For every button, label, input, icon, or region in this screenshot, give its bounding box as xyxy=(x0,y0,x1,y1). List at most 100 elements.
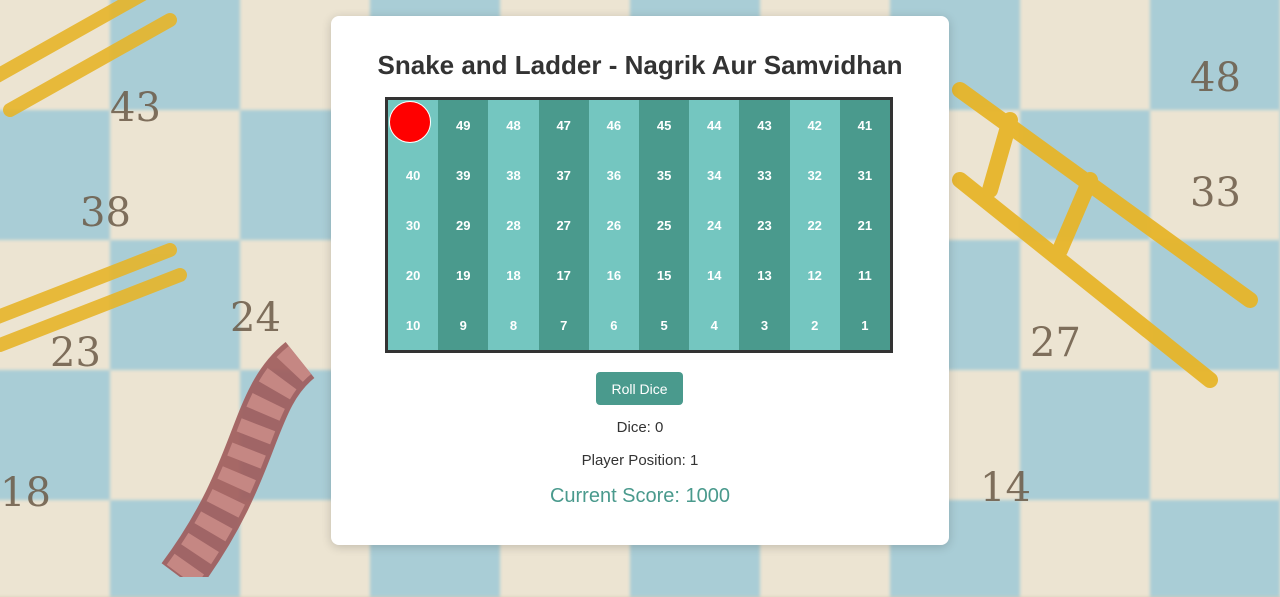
board-cell: 1 xyxy=(839,300,890,350)
background-number: 23 xyxy=(50,330,101,376)
board-cell-number: 45 xyxy=(656,117,672,133)
board-cell-number: 11 xyxy=(858,267,872,283)
board-cell: 26 xyxy=(588,200,639,250)
background-number: 38 xyxy=(80,190,131,236)
board-cell: 19 xyxy=(438,250,489,300)
board-cell: 40 xyxy=(388,150,439,200)
board-cell-number: 14 xyxy=(707,267,722,283)
board-cell: 30 xyxy=(388,200,439,250)
board-cell-number: 32 xyxy=(807,167,822,183)
board-cell-number: 26 xyxy=(606,217,622,233)
board-cell-number: 20 xyxy=(405,267,421,283)
board-cell-number: 29 xyxy=(456,217,471,233)
background-number: 33 xyxy=(1190,170,1241,216)
board-cell: 28 xyxy=(488,200,539,250)
board-cell-number: 37 xyxy=(556,167,571,183)
board-cell-number: 48 xyxy=(506,117,521,133)
board-cell: 29 xyxy=(438,200,489,250)
board-cell xyxy=(388,100,439,150)
background-snake xyxy=(161,342,316,577)
board-cell-number: 30 xyxy=(405,217,421,233)
board-cell-number: 47 xyxy=(556,117,571,133)
board-cell-number: 1 xyxy=(861,317,869,333)
board-cell: 43 xyxy=(739,100,790,150)
board-cell: 45 xyxy=(639,100,690,150)
board-cell: 11 xyxy=(839,250,890,300)
background-number: 48 xyxy=(1190,55,1241,101)
board-cell-number: 13 xyxy=(757,267,772,283)
board-cell-number: 12 xyxy=(807,267,822,283)
board-cell-number: 5 xyxy=(660,317,668,333)
player-token xyxy=(389,101,431,143)
board-cell: 39 xyxy=(438,150,489,200)
board-cell-number: 28 xyxy=(506,217,521,233)
board-cell: 2 xyxy=(789,300,840,350)
board-cell: 38 xyxy=(488,150,539,200)
background-number: 14 xyxy=(980,465,1031,511)
background-number: 24 xyxy=(230,295,281,341)
board-cell: 9 xyxy=(438,300,489,350)
board-cell-number: 25 xyxy=(656,217,672,233)
board-cell: 35 xyxy=(639,150,690,200)
board-cell-number: 49 xyxy=(456,117,471,133)
board-cell-number: 22 xyxy=(807,217,822,233)
current-score: Current Score: 1000 xyxy=(549,485,731,507)
board-cell: 25 xyxy=(639,200,690,250)
board-cell: 46 xyxy=(588,100,639,150)
board-cell-number: 24 xyxy=(707,217,722,233)
board-cell-number: 39 xyxy=(456,167,471,183)
board-cell: 49 xyxy=(438,100,489,150)
board-cell: 48 xyxy=(488,100,539,150)
board-cell-number: 4 xyxy=(710,317,718,333)
board-cell-number: 15 xyxy=(656,267,672,283)
board-cell: 44 xyxy=(689,100,740,150)
board-cell-number: 6 xyxy=(610,317,618,333)
board-cell: 3 xyxy=(739,300,790,350)
board-cell-number: 40 xyxy=(405,167,421,183)
board-cell-number: 34 xyxy=(707,167,722,183)
dice-value: Dice: 0 xyxy=(616,419,664,436)
board-cell: 23 xyxy=(739,200,790,250)
board-cell-number: 8 xyxy=(509,317,518,333)
board-cell: 42 xyxy=(789,100,840,150)
board-cell-number: 41 xyxy=(857,117,873,133)
board-cell-number: 9 xyxy=(459,317,467,333)
board-cell-number: 3 xyxy=(760,317,769,333)
board-cell-number: 43 xyxy=(757,117,772,133)
board-cell-number: 42 xyxy=(807,117,822,133)
board-cell: 31 xyxy=(839,150,890,200)
board-cell: 12 xyxy=(789,250,840,300)
board-cell: 7 xyxy=(538,300,589,350)
board-cell: 32 xyxy=(789,150,840,200)
board-cell: 33 xyxy=(739,150,790,200)
game-card: Snake and Ladder - Nagrik Aur Samvidhan … xyxy=(331,16,949,545)
game-title: Snake and Ladder - Nagrik Aur Samvidhan xyxy=(377,50,903,80)
board-cell-number: 31 xyxy=(857,167,873,183)
board-cell-number: 16 xyxy=(606,267,622,283)
background-number: 18 xyxy=(0,470,51,516)
board-cell: 4 xyxy=(689,300,740,350)
board-cell: 47 xyxy=(538,100,589,150)
board-cell: 34 xyxy=(689,150,740,200)
board-cell: 5 xyxy=(639,300,690,350)
board-cell: 17 xyxy=(538,250,589,300)
board-cell: 15 xyxy=(639,250,690,300)
board-cell-number: 10 xyxy=(405,317,421,333)
board-cell-number: 7 xyxy=(560,317,568,333)
board-cell: 41 xyxy=(839,100,890,150)
board-cell-number: 23 xyxy=(757,217,772,233)
board-cell-number: 19 xyxy=(456,267,471,283)
board-cell-number: 35 xyxy=(656,167,672,183)
board-cell-number: 36 xyxy=(606,167,622,183)
board-cell-number: 21 xyxy=(857,217,873,233)
board-cell: 18 xyxy=(488,250,539,300)
board-cell: 10 xyxy=(388,300,439,350)
board-cell: 24 xyxy=(689,200,740,250)
board-cell-number: 44 xyxy=(707,117,722,133)
player-position: Player Position: 1 xyxy=(581,452,699,469)
roll-dice-button[interactable]: Roll Dice xyxy=(596,372,683,405)
board-cell-number: 18 xyxy=(506,267,521,283)
board-cell: 6 xyxy=(588,300,639,350)
board-cell: 8 xyxy=(488,300,539,350)
board-cell-number: 33 xyxy=(757,167,772,183)
